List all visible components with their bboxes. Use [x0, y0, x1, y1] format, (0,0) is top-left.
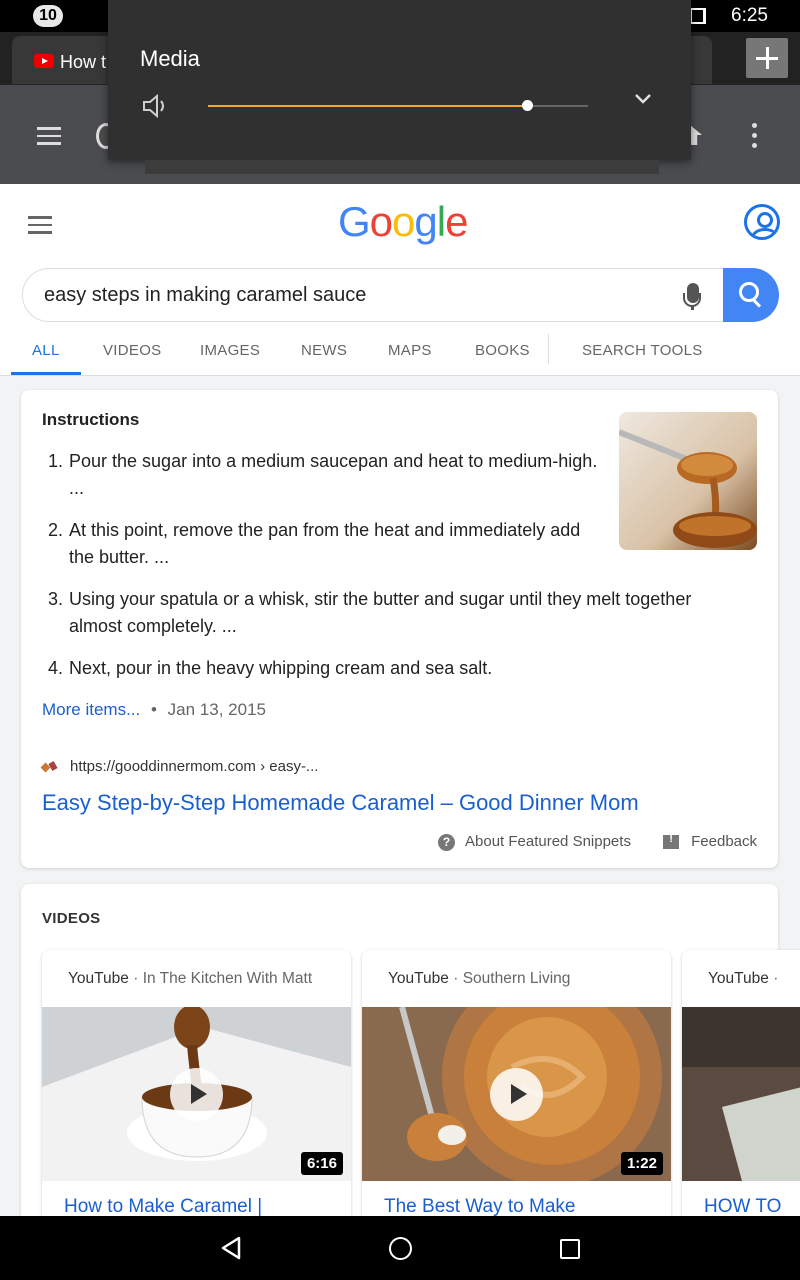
system-nav-bar [0, 1216, 800, 1280]
volume-slider[interactable] [208, 100, 588, 111]
video-title-link[interactable]: The Best Way to Make [384, 1196, 575, 1216]
google-header: Google easy steps in making caramel sauc… [0, 184, 800, 376]
source-url: https://gooddinnermom.com › easy-... [70, 758, 319, 775]
featured-snippet-card: Instructions 1. Pour the sugar into a med… [21, 390, 778, 868]
active-tab-indicator [11, 372, 81, 375]
status-time: 6:25 [731, 5, 768, 26]
search-tabs: ALL VIDEOS IMAGES NEWS MAPS BOOKS SEARCH… [0, 334, 800, 376]
video-duration: 6:16 [300, 1152, 343, 1175]
video-duration: 1:22 [620, 1152, 663, 1175]
youtube-icon [34, 54, 54, 68]
search-button[interactable] [723, 268, 779, 322]
tab-maps[interactable]: MAPS [388, 342, 432, 359]
google-logo-letter: G [338, 198, 371, 245]
help-icon: ? [438, 833, 455, 851]
snippet-heading: Instructions [42, 410, 140, 429]
video-thumbnail[interactable]: 6:16 [42, 1007, 351, 1181]
list-item: 3. Using your spatula or a whisk, stir th… [48, 589, 692, 636]
google-logo-letter: g [414, 198, 437, 245]
google-logo-letter: o [392, 198, 415, 245]
video-card[interactable]: YouTube · Southern Living 1:22 The Best … [362, 950, 671, 1216]
video-title-link[interactable]: HOW TO [704, 1196, 781, 1216]
back-icon[interactable] [220, 1236, 242, 1260]
microphone-icon[interactable] [683, 283, 701, 307]
media-popup-title: Media [140, 46, 200, 71]
about-featured-snippets-link[interactable]: About Featured Snippets [465, 833, 631, 850]
caramel-spoon-image[interactable] [619, 412, 757, 550]
tab-videos[interactable]: VIDEOS [103, 342, 161, 359]
tab-books[interactable]: BOOKS [475, 342, 530, 359]
play-icon[interactable] [170, 1068, 223, 1121]
search-input[interactable]: easy steps in making caramel sauce [44, 284, 366, 307]
video-source: YouTube · Southern Living [388, 970, 571, 987]
media-volume-popup: Media [108, 0, 691, 160]
more-options-icon[interactable] [752, 123, 758, 149]
videos-heading: VIDEOS [42, 910, 101, 927]
google-logo-letter: l [436, 198, 446, 245]
video-source: YouTube · In The Kitchen With Matt [68, 970, 313, 987]
google-logo-letter: e [445, 198, 468, 245]
source-url-row[interactable]: https://gooddinnermom.com › easy-... [42, 758, 318, 775]
more-items-row: More items... • Jan 13, 2015 [42, 700, 266, 719]
list-item: 4. Next, pour in the heavy whipping cream… [48, 658, 493, 678]
tab-all[interactable]: ALL [32, 342, 60, 359]
video-thumbnail[interactable]: 1:22 [362, 1007, 671, 1181]
speaker-icon[interactable] [142, 93, 172, 119]
media-popup-shadow [145, 160, 659, 174]
google-menu-icon[interactable] [28, 216, 52, 234]
search-box[interactable]: easy steps in making caramel sauce [22, 268, 779, 322]
tab-search-tools[interactable]: SEARCH TOOLS [582, 342, 703, 359]
chevron-down-icon[interactable] [634, 92, 652, 106]
tab-news[interactable]: NEWS [301, 342, 347, 359]
new-tab-button[interactable] [746, 38, 788, 78]
feedback-icon [663, 833, 680, 850]
google-logo[interactable]: Google [338, 198, 468, 246]
list-item: 2. At this point, remove the pan from the… [48, 520, 581, 567]
snippet-footer: ? About Featured Snippets Feedback [438, 833, 757, 851]
list-item: 1. Pour the sugar into a medium saucepan … [48, 451, 598, 498]
play-icon[interactable] [490, 1068, 543, 1121]
result-title-link[interactable]: Easy Step-by-Step Homemade Caramel – Goo… [42, 790, 639, 816]
video-source: YouTube · [708, 970, 779, 987]
account-icon[interactable] [744, 204, 780, 240]
videos-card: VIDEOS YouTube · In The Kitchen With Mat… [21, 884, 800, 1216]
notification-count-badge: 10 [33, 5, 63, 27]
video-card[interactable]: YouTube · In The Kitchen With Matt 6:16 … [42, 950, 351, 1216]
snippet-date: Jan 13, 2015 [167, 700, 266, 719]
video-thumbnail[interactable] [682, 1007, 800, 1181]
browser-menu-icon[interactable] [37, 127, 61, 145]
google-results-page: Google easy steps in making caramel sauc… [0, 184, 800, 1216]
volume-slider-fill [208, 105, 528, 107]
site-favicon-icon [42, 762, 58, 772]
video-card[interactable]: YouTube · HOW TO [682, 950, 800, 1216]
share-icon[interactable] [690, 125, 702, 145]
home-icon[interactable] [389, 1237, 412, 1260]
recent-apps-icon[interactable] [560, 1239, 580, 1259]
video-title-link[interactable]: How to Make Caramel | [64, 1196, 262, 1216]
battery-icon [690, 8, 706, 24]
volume-slider-thumb[interactable] [522, 100, 534, 111]
tab-images[interactable]: IMAGES [200, 342, 260, 359]
google-logo-letter: o [369, 198, 393, 245]
feedback-link[interactable]: Feedback [691, 833, 757, 850]
more-items-link[interactable]: More items... [42, 700, 140, 719]
